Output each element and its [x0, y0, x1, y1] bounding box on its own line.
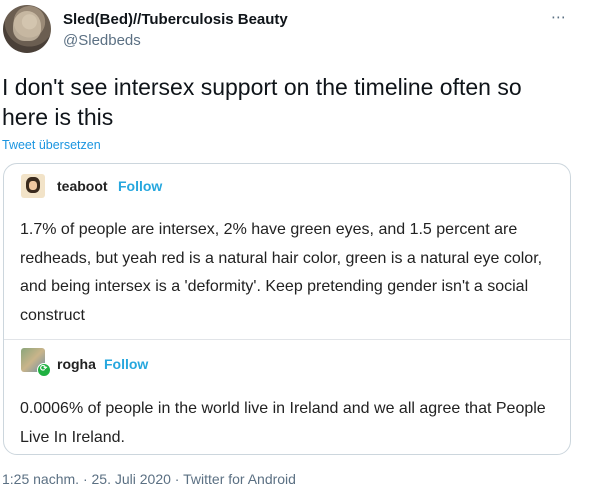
author-handle[interactable]: @Sledbeds: [63, 32, 141, 49]
author-display-name[interactable]: Sled(Bed)//Tuberculosis Beauty: [63, 11, 288, 28]
author-avatar[interactable]: [3, 5, 51, 53]
teaboot-follow-button: Follow: [118, 178, 163, 194]
tweet-date[interactable]: 25. Juli 2020: [92, 471, 171, 487]
rogha-username: rogha: [57, 356, 96, 372]
translate-tweet-link[interactable]: Tweet übersetzen: [2, 138, 101, 152]
embedded-image-card[interactable]: teaboot Follow 1.7% of people are inters…: [3, 163, 571, 455]
tweet-text: I don't see intersex support on the time…: [2, 74, 522, 130]
teaboot-username: teaboot: [57, 178, 108, 194]
teaboot-avatar: [21, 174, 45, 198]
tweet-meta: 1:25 nachm. · 25. Juli 2020 · Twitter fo…: [2, 471, 296, 487]
meta-separator: ·: [170, 471, 184, 487]
tweet-source-link[interactable]: Twitter for Android: [183, 471, 296, 487]
more-options-icon[interactable]: ⋯: [551, 8, 566, 26]
rogha-follow-button: Follow: [104, 356, 149, 372]
reblog-badge-icon: ⟳: [37, 363, 51, 377]
teaboot-post-text: 1.7% of people are intersex, 2% have gre…: [20, 221, 543, 324]
embedded-post-teaboot: teaboot Follow 1.7% of people are inters…: [4, 164, 570, 339]
tweet-time[interactable]: 1:25 nachm.: [2, 471, 79, 487]
rogha-post-text: 0.0006% of people in the world live in I…: [20, 400, 546, 446]
meta-separator: ·: [79, 471, 92, 487]
avatar-photo: [13, 11, 41, 41]
post-divider: [4, 339, 570, 340]
